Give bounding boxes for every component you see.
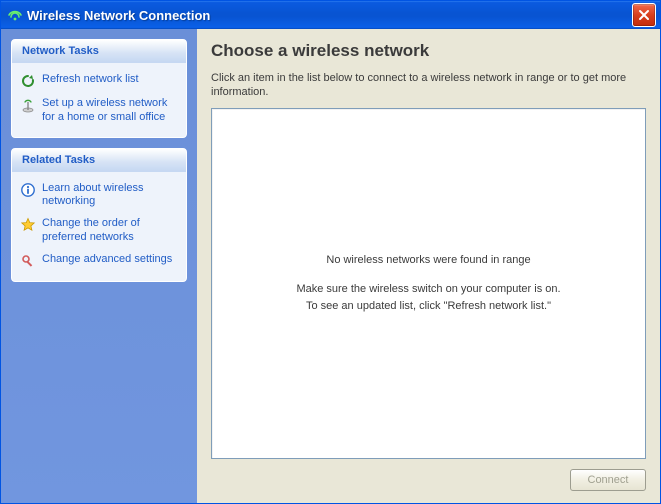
change-order-link[interactable]: Change the order of preferred networks [20, 213, 178, 249]
task-label: Change advanced settings [42, 253, 178, 267]
related-tasks-panel: Related Tasks Learn about wireless netwo… [11, 148, 187, 282]
connect-button: Connect [570, 469, 646, 491]
sidebar: Network Tasks Refresh network list [1, 29, 197, 503]
window-title: Wireless Network Connection [27, 8, 632, 23]
network-list[interactable]: No wireless networks were found in range… [211, 108, 646, 459]
refresh-icon [20, 73, 36, 89]
wifi-icon [7, 7, 23, 23]
task-label: Refresh network list [42, 73, 178, 87]
antenna-icon [20, 97, 36, 113]
network-tasks-panel: Network Tasks Refresh network list [11, 39, 187, 138]
task-label: Learn about wireless networking [42, 182, 178, 210]
related-tasks-body: Learn about wireless networking Change t… [12, 172, 186, 281]
empty-state-title: No wireless networks were found in range [296, 253, 560, 268]
change-advanced-link[interactable]: Change advanced settings [20, 249, 178, 273]
empty-state-line: To see an updated list, click "Refresh n… [296, 299, 560, 314]
button-row: Connect [211, 459, 646, 491]
network-tasks-heading: Network Tasks [12, 40, 186, 63]
empty-state-line: Make sure the wireless switch on your co… [296, 282, 560, 297]
page-title: Choose a wireless network [211, 41, 646, 61]
task-label: Change the order of preferred networks [42, 217, 178, 245]
refresh-network-list-link[interactable]: Refresh network list [20, 69, 178, 93]
learn-wireless-link[interactable]: Learn about wireless networking [20, 178, 178, 214]
intro-text: Click an item in the list below to conne… [211, 71, 646, 100]
empty-state: No wireless networks were found in range… [296, 251, 560, 316]
wireless-network-window: Wireless Network Connection Network Task… [0, 0, 661, 504]
titlebar: Wireless Network Connection [1, 1, 660, 29]
settings-icon [20, 253, 36, 269]
star-icon [20, 217, 36, 233]
info-icon [20, 182, 36, 198]
close-button[interactable] [632, 3, 656, 27]
main-content: Choose a wireless network Click an item … [197, 29, 660, 503]
client-area: Network Tasks Refresh network list [1, 29, 660, 503]
close-icon [638, 9, 650, 21]
related-tasks-heading: Related Tasks [12, 149, 186, 172]
task-label: Set up a wireless network for a home or … [42, 97, 178, 125]
network-tasks-body: Refresh network list S [12, 63, 186, 137]
setup-wireless-network-link[interactable]: Set up a wireless network for a home or … [20, 93, 178, 129]
